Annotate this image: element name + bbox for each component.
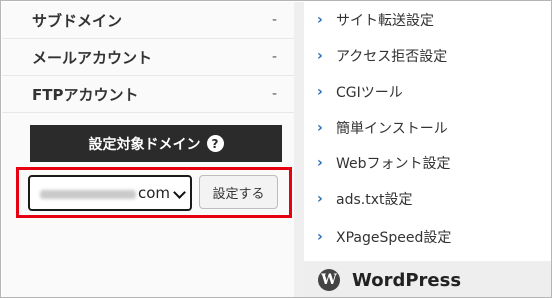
chevron-right-icon: › <box>317 155 323 171</box>
wordpress-icon: W <box>318 269 340 291</box>
stat-label: FTPアカウント <box>32 85 139 104</box>
chevron-right-icon: › <box>317 12 323 28</box>
panel-divider <box>294 2 304 297</box>
menu-item-easy-install[interactable]: › 簡単インストール <box>304 110 551 146</box>
settings-menu: › サイト転送設定 › アクセス拒否設定 › CGIツール › 簡単インストール… <box>304 2 551 297</box>
help-icon[interactable]: ? <box>206 135 224 152</box>
stat-row-ftp-account: FTPアカウント - <box>2 76 294 113</box>
stat-label: サブドメイン <box>32 11 123 30</box>
menu-item-label: CGIツール <box>336 85 403 101</box>
blurred-domain-name <box>40 190 136 199</box>
menu-item-label: XPageSpeed設定 <box>336 230 452 246</box>
chevron-right-icon: › <box>317 48 323 64</box>
menu-item-web-font[interactable]: › Webフォント設定 <box>304 145 551 181</box>
chevron-down-icon <box>173 186 186 199</box>
domain-select-value: com <box>138 184 171 202</box>
domain-select[interactable]: com <box>28 175 192 211</box>
menu-item-site-redirect[interactable]: › サイト転送設定 <box>304 2 551 38</box>
menu-item-label: ads.txt設定 <box>336 192 413 208</box>
stat-row-mail-account: メールアカウント - <box>2 39 294 76</box>
chevron-right-icon: › <box>317 120 323 136</box>
menu-item-label: Webフォント設定 <box>336 156 451 172</box>
chevron-right-icon: › <box>317 84 323 100</box>
menu-item-label: サイト転送設定 <box>336 13 434 29</box>
wordpress-label: WordPress <box>352 269 462 291</box>
menu-item-access-deny[interactable]: › アクセス拒否設定 <box>304 38 551 74</box>
screenshot-frame: サブドメイン - メールアカウント - FTPアカウント - 設定対象ドメイン … <box>0 0 552 298</box>
wordpress-section-header[interactable]: W WordPress <box>304 261 551 297</box>
stat-value: - <box>272 12 278 28</box>
menu-item-label: アクセス拒否設定 <box>336 49 448 65</box>
domain-stats-panel: サブドメイン - メールアカウント - FTPアカウント - 設定対象ドメイン … <box>2 2 294 297</box>
menu-item-label: 簡単インストール <box>336 121 448 137</box>
target-domain-header: 設定対象ドメイン ? <box>30 125 282 162</box>
target-domain-title: 設定対象ドメイン <box>88 136 201 153</box>
menu-item-ads-txt[interactable]: › ads.txt設定 <box>304 181 551 217</box>
stat-value: - <box>272 49 278 65</box>
stat-label: メールアカウント <box>32 48 153 67</box>
menu-item-cgi-tools[interactable]: › CGIツール <box>304 74 551 110</box>
stat-value: - <box>272 86 278 102</box>
menu-item-xpagespeed[interactable]: › XPageSpeed設定 <box>304 219 551 255</box>
chevron-right-icon: › <box>317 191 323 207</box>
chevron-right-icon: › <box>317 229 323 245</box>
stat-row-subdomain: サブドメイン - <box>2 2 294 39</box>
set-domain-button[interactable]: 設定する <box>199 175 278 209</box>
